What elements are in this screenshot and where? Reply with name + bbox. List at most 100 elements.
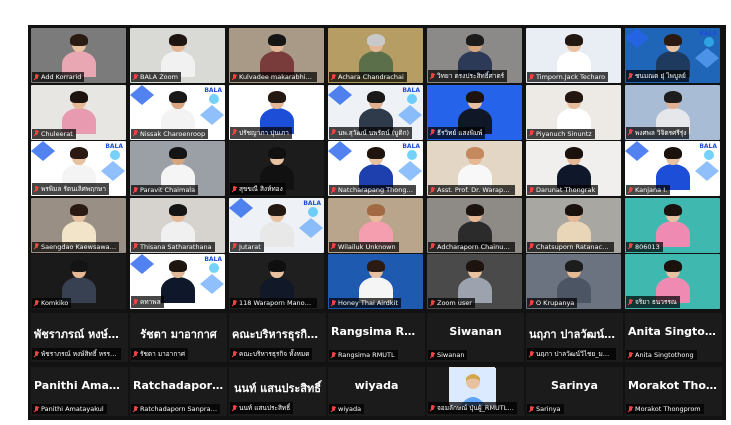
participant-name-label: พรพิมล รัตนเลิศพฤกษา (32, 183, 109, 195)
muted-mic-icon (430, 404, 435, 412)
participant-name-label: Panithi Amatayakul (32, 404, 107, 414)
participant-name-text: Add Korrarid (41, 73, 82, 81)
participant-audio-tile[interactable]: Panithi Amatay... Panithi Amatayakul (31, 367, 128, 416)
participant-name-label: Honey Thai Airdkit (329, 298, 401, 308)
participant-video-tile[interactable]: BALA Zoom (130, 28, 225, 83)
participant-audio-tile[interactable]: Rangsima RMUTL Rangsima RMUTL (328, 313, 425, 362)
participant-video-tile[interactable]: O Krupanya (526, 254, 621, 309)
participant-name-label: ธีรวิทย์ แสงพิมพ์ (428, 126, 486, 139)
participant-video-tile[interactable]: ธีรวิทย์ แสงพิมพ์ (427, 84, 522, 140)
muted-mic-icon (133, 130, 138, 137)
muted-mic-icon (133, 186, 138, 194)
participant-name-label: พงศพล วิจิตรศรีรุ่ง (626, 126, 690, 139)
participant-video-tile[interactable]: Zoom user (427, 254, 522, 309)
muted-mic-icon (628, 243, 633, 250)
participant-video-tile[interactable]: Asst. Prof. Dr. Waraphon (427, 141, 522, 196)
muted-mic-icon (529, 350, 534, 358)
participant-video-tile[interactable]: BALA Nissak Charoenroop (130, 84, 225, 140)
participant-video-tile[interactable]: Add Korrarid (31, 28, 126, 83)
participant-name-text: 806013 (635, 242, 660, 251)
participant-video-tile[interactable]: BALA Natcharapang Thongpin (328, 141, 423, 196)
participant-video-tile[interactable]: Piyanuch Sinuntz (526, 84, 621, 140)
muted-mic-icon (133, 350, 138, 358)
bala-logo: BALA (699, 30, 717, 37)
participant-name-label: Saengdao Kaewsawang (32, 241, 120, 252)
participant-avatar (358, 147, 393, 190)
participant-video-tile[interactable]: BALA พรพิมล รัตนเลิศพฤกษา (31, 141, 126, 196)
participant-video-tile[interactable]: BALA นพ.สุวัฒน์ นพรัตน์ (บูติก) (328, 84, 423, 140)
participant-audio-tile[interactable]: Ratchadaporn S... Ratchadaporn Sanprasit (130, 367, 227, 416)
participant-video-tile[interactable]: Darunat Thongrak (526, 141, 621, 196)
participant-name-text: คณะบริหารธุรกิจ ทั้งหมด (239, 350, 310, 358)
participant-audio-tile[interactable]: รัชตา มาอากาศ รัชตา มาอากาศ (130, 313, 227, 362)
participant-audio-tile[interactable]: นฤภา ปาลวัฒน์วิ... นฤภา ปาลวัฒน์วิไชย_มทร… (526, 313, 623, 362)
participant-video-tile[interactable]: Saengdao Kaewsawang (31, 197, 126, 253)
participant-name-label: นฤภา ปาลวัฒน์วิไชย_มทร.ล้า... (527, 348, 617, 360)
participant-video-tile[interactable]: Chuleerat (31, 84, 126, 140)
participant-video-tile[interactable]: Chatsuporn Ratanachaiwa... (526, 197, 621, 253)
participant-avatar (160, 147, 195, 190)
participant-video-tile[interactable]: จริยา ธนวรรณ (625, 254, 720, 309)
participant-name-label: O Krupanya (527, 298, 578, 308)
muted-mic-icon (430, 186, 435, 194)
participant-audio-tile[interactable]: พัชราภรณ์ หงษ์สิ... พัชราภรณ์ หงษ์สิทธิ์ … (31, 313, 128, 362)
participant-avatar (160, 90, 195, 134)
participant-name-label: Thisana Satharathana (131, 241, 215, 252)
participant-name-text: Komkiko (41, 299, 69, 307)
muted-mic-icon (232, 243, 237, 250)
muted-mic-icon (529, 405, 534, 413)
participant-name-text: นฤภา ปาลวัฒน์วิไชย_มทร.ล้า... (536, 350, 613, 358)
participant-video-tile[interactable]: Paravit Chaimala (130, 141, 225, 196)
participant-name-label: 118 Waraporn Manowang (230, 298, 318, 308)
muted-mic-icon (331, 405, 336, 413)
participant-audio-tile[interactable]: Sarinya Sarinya (526, 367, 623, 416)
participant-audio-tile[interactable]: Siwanan Siwanan (427, 313, 524, 362)
participant-video-tile[interactable]: Wilailuk Unknown (328, 197, 423, 253)
participant-name-label: Kulvadee makarabhirom (230, 72, 318, 82)
participant-video-tile[interactable]: BALA Kanjana I. (625, 141, 720, 196)
participant-video-tile[interactable]: Adcharaporn Chainuntan... (427, 197, 522, 253)
participant-video-tile[interactable]: วิทยา ตรงประสิทธิ์ศาตร์ (427, 28, 522, 83)
muted-mic-icon (232, 299, 237, 307)
participant-avatar (556, 90, 591, 134)
participant-avatar (655, 34, 690, 77)
participant-audio-tile[interactable]: Anita Singtotho... Anita Singtothong (625, 313, 722, 362)
participant-video-tile[interactable]: BALA คทาพล (130, 254, 225, 309)
muted-mic-icon (529, 299, 534, 307)
participant-video-tile[interactable]: Kulvadee makarabhirom (229, 28, 324, 83)
participant-name-label: Anita Singtothong (626, 350, 697, 360)
profile-picture (449, 367, 496, 406)
participant-video-tile[interactable]: Thisana Satharathana (130, 197, 225, 253)
participant-video-tile[interactable]: BALA ชนมณต ยุ่ ไพบูลย์ (625, 28, 720, 83)
participant-avatar (457, 260, 492, 303)
participant-avatar (655, 260, 690, 303)
participant-video-tile[interactable]: Achara Chandrachai (328, 28, 423, 83)
participant-video-tile[interactable]: BALA Jutarat (229, 197, 324, 253)
participant-name-text: Chuleerat (41, 129, 73, 138)
bala-logo: BALA (204, 256, 222, 263)
participant-audio-tile[interactable]: คณะบริหารธุรกิจ... คณะบริหารธุรกิจ ทั้งหม… (229, 313, 326, 362)
participant-name-text: Ratchadaporn Sanprasit (140, 405, 218, 413)
participant-avatar (160, 34, 195, 77)
participant-name-label: Zoom user (428, 298, 475, 308)
participant-audio-tile[interactable]: Morakot Thong... Morakot Thongprom (625, 367, 722, 416)
participant-video-tile[interactable]: สุขขณี สิงห์ทอง (229, 141, 324, 196)
participant-video-tile[interactable]: Timporn.Jack Techaro (526, 28, 621, 83)
muted-mic-icon (232, 350, 237, 358)
participant-video-tile[interactable]: Honey Thai Airdkit (328, 254, 423, 309)
participant-audio-tile[interactable]: wiyada wiyada (328, 367, 425, 416)
participant-video-tile[interactable]: Komkiko (31, 254, 126, 309)
participant-video-tile[interactable]: พงศพล วิจิตรศรีรุ่ง (625, 84, 720, 140)
participant-name-text: Kanjana I. (635, 186, 668, 194)
participant-video-tile[interactable]: 118 Waraporn Manowang (229, 254, 324, 309)
muted-mic-icon (628, 186, 633, 194)
participant-avatar (259, 260, 294, 303)
participant-audio-tile[interactable]: นนท์ แสนประสิทธิ์ นนท์ แสนประสิทธิ์ (229, 367, 326, 416)
participant-name-label: Piyanuch Sinuntz (527, 128, 595, 139)
participant-video-tile[interactable]: 806013 (625, 197, 720, 253)
muted-mic-icon (232, 129, 237, 136)
participant-name-text: Timporn.Jack Techaro (536, 73, 606, 81)
participant-video-tile[interactable]: ปรัชญาภา ปุนเภา (229, 84, 324, 140)
participant-audio-tile[interactable]: จอมลักษณ์ ปุ่นผู้_RMUTL_CR (427, 367, 524, 416)
muted-mic-icon (430, 129, 435, 136)
